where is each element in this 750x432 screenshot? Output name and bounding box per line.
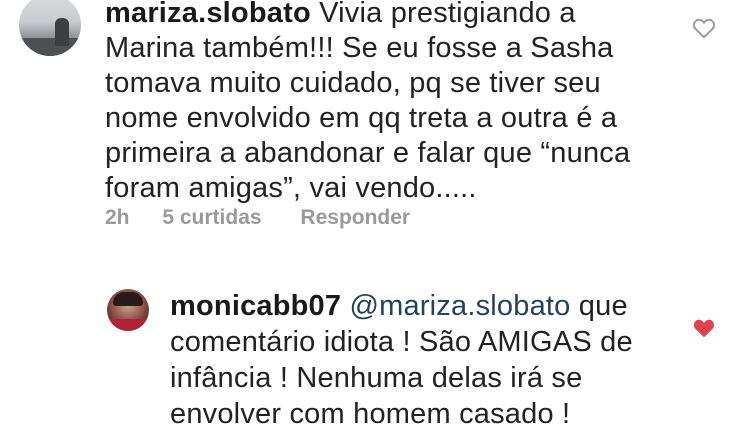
comment-line: infância ! Nenhuma delas irá se	[170, 362, 583, 394]
username[interactable]: monicabb07	[170, 290, 341, 322]
comment-time: 2h	[105, 206, 130, 229]
comment-line: foram amigas”, vai vendo.....	[105, 172, 477, 204]
avatar[interactable]	[107, 289, 149, 331]
heart-outline-icon[interactable]	[691, 15, 717, 41]
comment-line: envolver com homem casado !	[170, 398, 571, 430]
comment: mariza.slobato Vivia prestigiando a Mari…	[0, 0, 750, 236]
username[interactable]: mariza.slobato	[105, 0, 311, 29]
comment-meta: 2h 5 curtidas Responder	[105, 206, 410, 230]
heart-filled-icon[interactable]	[691, 315, 717, 341]
comment-body: mariza.slobato Vivia prestigiando a Mari…	[105, 0, 630, 206]
comment-line: monicabb07 @mariza.slobato que	[170, 288, 633, 324]
comment-body: monicabb07 @mariza.slobato que comentári…	[170, 288, 633, 432]
reply-button[interactable]: Responder	[300, 206, 410, 230]
likes-count[interactable]: 5 curtidas	[162, 206, 261, 230]
reply-comment: monicabb07 @mariza.slobato que comentári…	[0, 284, 750, 430]
comment-line: nome envolvido em qq treta a outra é a	[105, 102, 618, 134]
comment-text: Vivia prestigiando a	[319, 0, 576, 29]
comment-line: mariza.slobato Vivia prestigiando a	[105, 0, 630, 31]
comment-line: Marina também!!! Se eu fosse a Sasha	[105, 32, 614, 64]
mention-link[interactable]: @mariza.slobato	[349, 290, 570, 322]
comment-text: que	[578, 290, 628, 322]
comment-line: primeira a abandonar e falar que “nunca	[105, 137, 631, 169]
comment-line: tomava muito cuidado, pq se tiver seu	[105, 67, 601, 99]
comment-line: comentário idiota ! São AMIGAS de	[170, 326, 633, 358]
avatar[interactable]	[19, 0, 81, 56]
